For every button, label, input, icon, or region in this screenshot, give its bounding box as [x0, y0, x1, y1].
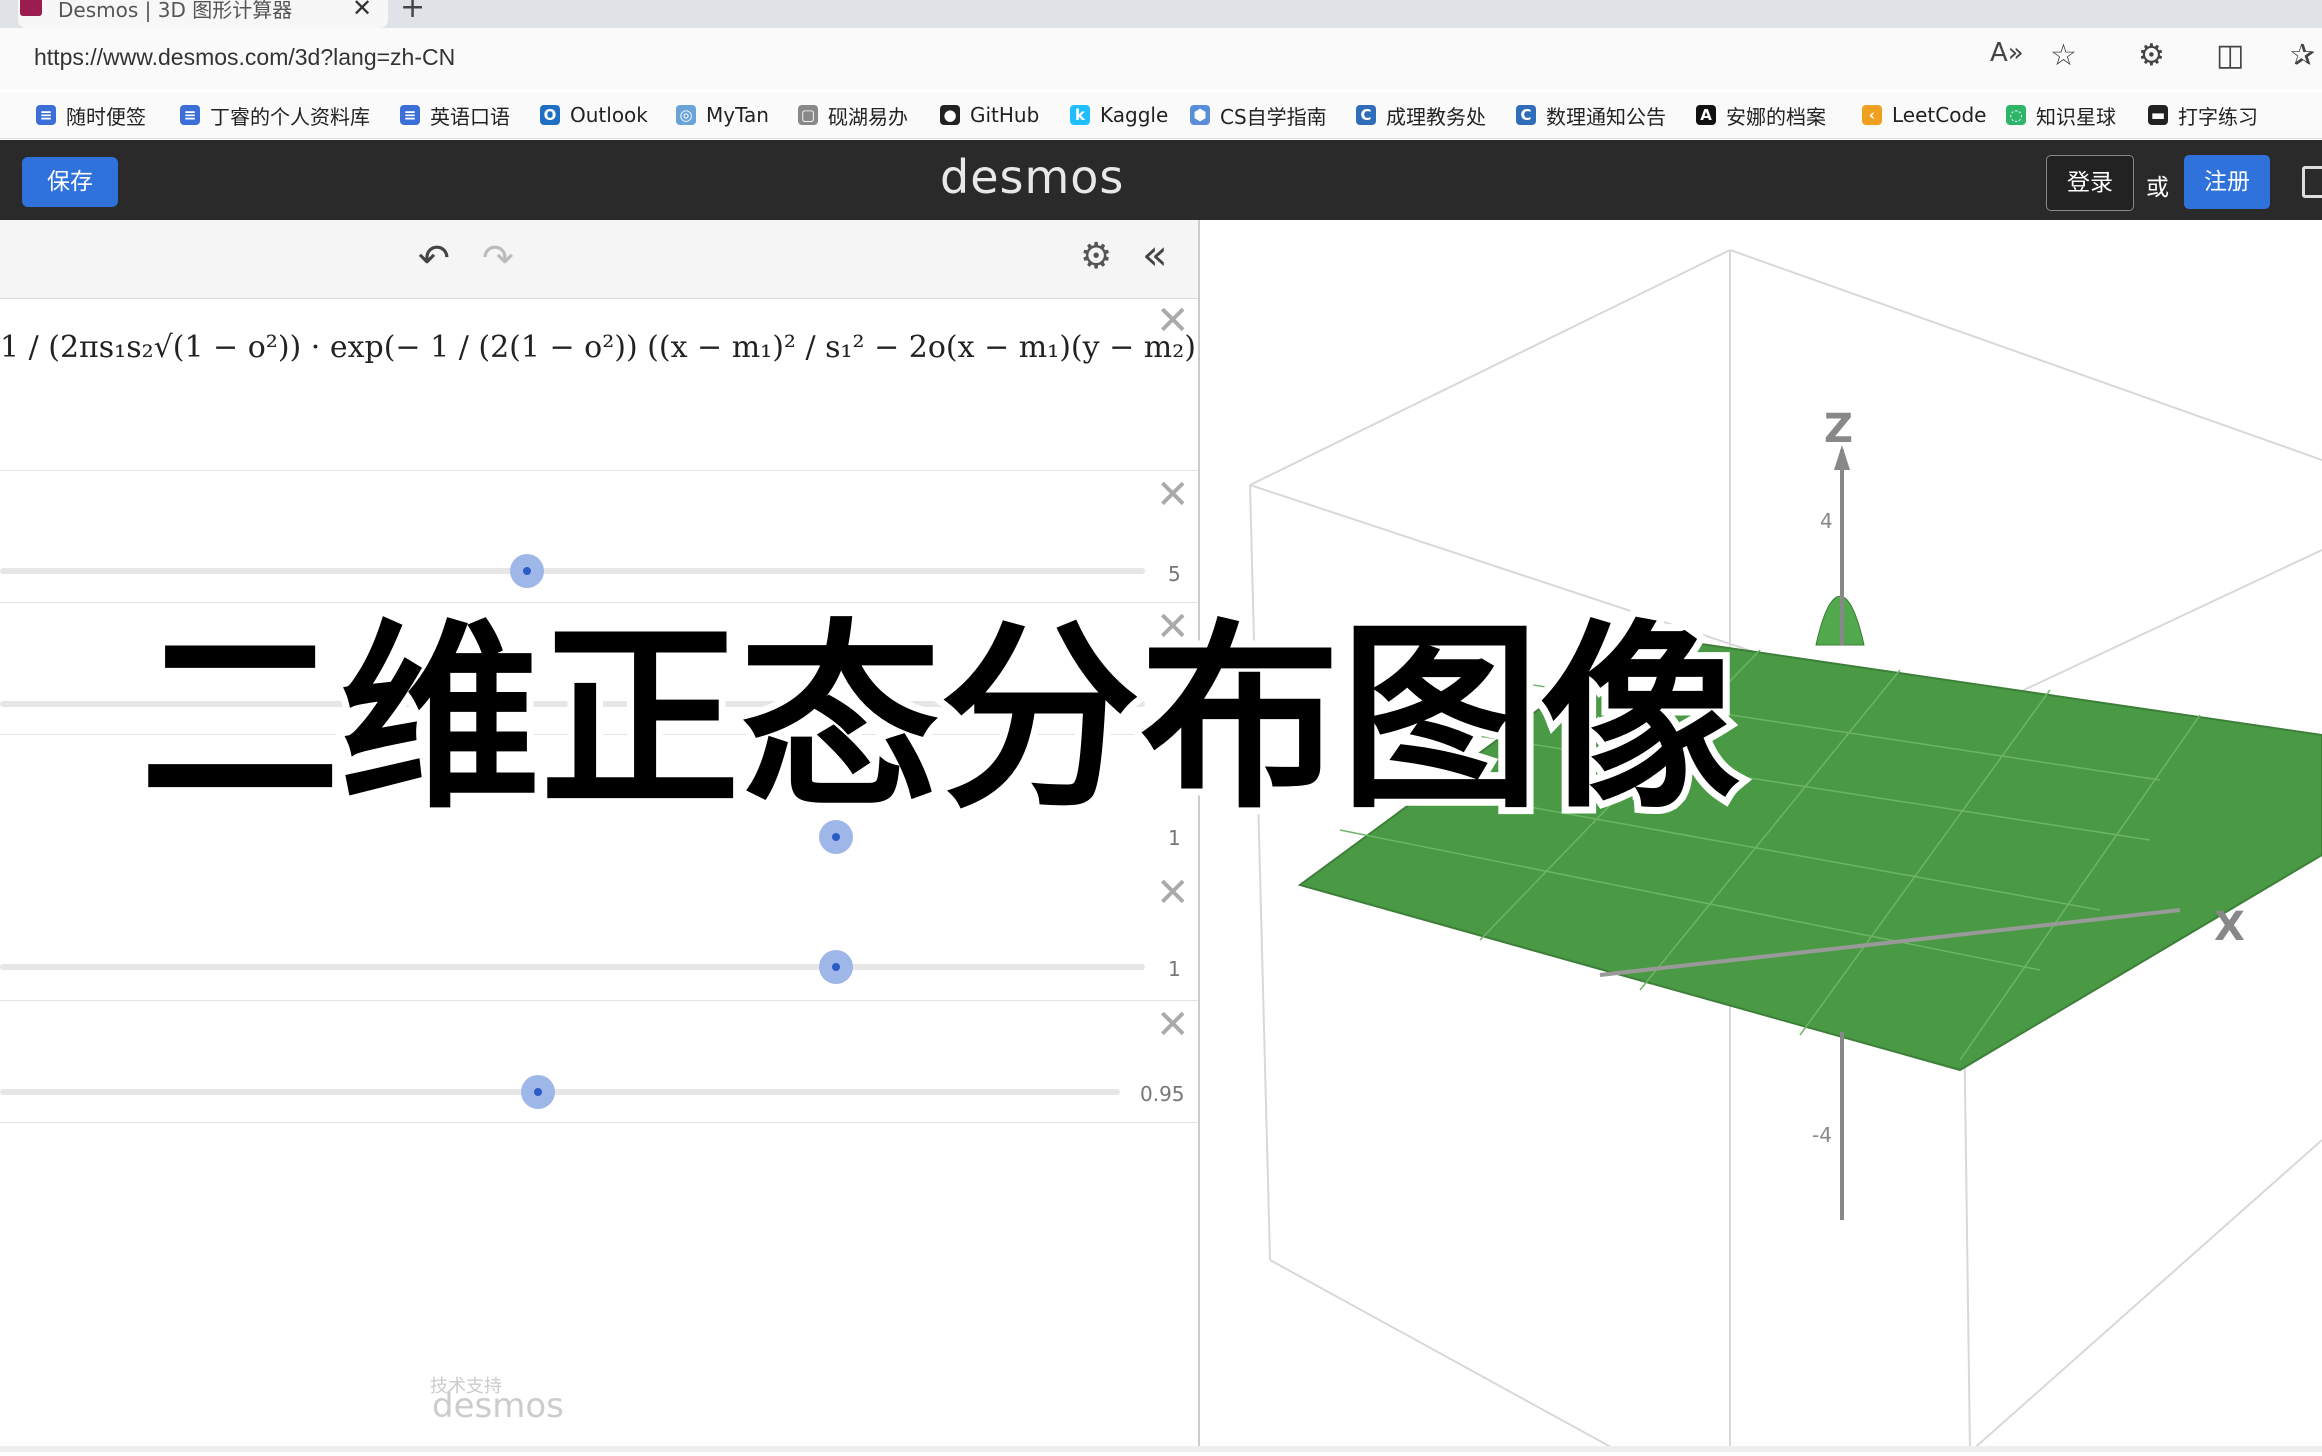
powered-by-logo[interactable]: desmos — [432, 1386, 564, 1426]
bookmark-label: 随时便签 — [66, 104, 146, 129]
slider-max-value: 5 — [1168, 562, 1181, 586]
bookmark-label: MyTan — [706, 103, 769, 127]
collapse-panel-icon[interactable]: « — [1142, 230, 1168, 279]
bottom-edge — [0, 1446, 2322, 1452]
bookmark-label: 打字练习 — [2178, 104, 2258, 129]
share-icon[interactable] — [2302, 166, 2322, 198]
bookmark-item[interactable]: ‹ LeetCode — [1862, 100, 1986, 130]
slider-track[interactable] — [0, 1089, 1120, 1095]
favorite-star-icon[interactable]: ☆ — [2050, 38, 2077, 73]
or-text: 或 — [2146, 175, 2169, 201]
bookmark-label: 知识星球 — [2036, 104, 2116, 129]
graph-3d-canvas[interactable]: Z X 4 -4 — [1200, 220, 2322, 1453]
bar-icon: ▬ — [2148, 105, 2168, 125]
bookmark-item[interactable]: ▬ 打字练习 — [2148, 100, 2258, 130]
tab-close-icon[interactable]: ✕ — [352, 0, 372, 22]
slider-row[interactable] — [0, 470, 1198, 603]
slider-knob[interactable] — [509, 554, 544, 588]
slider-max-value: 1 — [1168, 957, 1181, 981]
bookmark-label: 安娜的档案 — [1726, 104, 1826, 129]
bookmark-item[interactable]: ● GitHub — [940, 100, 1039, 130]
bookmark-item[interactable]: C 数理通知公告 — [1516, 100, 1666, 130]
doc-icon: ≡ — [36, 105, 56, 125]
star-circle-icon: ◌ — [2006, 105, 2026, 125]
slider-max-value: 0.95 — [1140, 1082, 1185, 1106]
c-icon: C — [1356, 105, 1376, 125]
bookmark-label: Kaggle — [1100, 103, 1169, 127]
overlay-title: 二维正态分布图像 — [133, 603, 1747, 836]
bookmark-item[interactable]: C 成理教务处 — [1356, 100, 1486, 130]
expression-row[interactable] — [0, 298, 1198, 471]
bookmark-label: 英语口语 — [430, 104, 510, 129]
redo-icon[interactable]: ↷ — [482, 236, 514, 280]
bookmark-label: LeetCode — [1892, 103, 1987, 127]
bookmark-label: 丁睿的个人资料库 — [210, 104, 370, 129]
bookmark-label: GitHub — [970, 103, 1040, 127]
z-tick-top: 4 — [1820, 509, 1833, 533]
favorites-icon[interactable]: ✰ — [2290, 38, 2315, 73]
slider-row[interactable] — [0, 1000, 1198, 1123]
slider-row[interactable] — [0, 868, 1198, 1001]
expression-toolbar — [0, 220, 1198, 299]
outlook-icon: O — [540, 105, 560, 125]
github-icon: ● — [940, 105, 960, 125]
delete-expression-icon[interactable]: ✕ — [1156, 870, 1190, 916]
c-icon: C — [1516, 105, 1536, 125]
read-aloud-icon[interactable]: A» — [1990, 38, 2024, 68]
bookmark-label: 成理教务处 — [1386, 104, 1486, 129]
signup-button[interactable]: 注册 — [2184, 155, 2270, 209]
slider-track[interactable] — [0, 964, 1145, 970]
bookmark-item[interactable]: ⬢ CS自学指南 — [1190, 100, 1327, 130]
bookmark-item[interactable]: ▢ 砚湖易办 — [798, 100, 908, 130]
doc-icon: ≡ — [180, 105, 200, 125]
leetcode-icon: ‹ — [1862, 105, 1882, 125]
graph-3d-svg[interactable]: Z X 4 -4 — [1200, 220, 2322, 1453]
x-axis-label: X — [2214, 904, 2245, 950]
bookmark-label: CS自学指南 — [1220, 104, 1327, 129]
bookmark-item[interactable]: A 安娜的档案 — [1696, 100, 1826, 130]
settings-gear-icon[interactable]: ⚙ — [1080, 236, 1112, 277]
bookmark-item[interactable]: ≡ 随时便签 — [36, 100, 146, 130]
page-icon: ▢ — [798, 105, 818, 125]
slider-knob[interactable] — [520, 1075, 555, 1109]
bookmark-item[interactable]: ≡ 丁睿的个人资料库 — [180, 100, 370, 130]
a-icon: A — [1696, 105, 1716, 125]
z-axis-label: Z — [1824, 406, 1853, 452]
kaggle-icon: k — [1070, 105, 1090, 125]
tab-title: Desmos | 3D 图形计算器 — [58, 0, 293, 22]
bookmark-label: 数理通知公告 — [1546, 104, 1666, 129]
desmos-logo: desmos — [940, 150, 1125, 204]
undo-icon[interactable]: ↶ — [418, 236, 450, 280]
url-field[interactable]: https://www.desmos.com/3d?lang=zh-CN — [34, 44, 455, 71]
bookmark-item[interactable]: O Outlook — [540, 100, 648, 130]
desmos-favicon-icon — [20, 0, 42, 16]
split-screen-icon[interactable]: ◫ — [2216, 38, 2244, 73]
delete-expression-icon[interactable]: ✕ — [1156, 1002, 1190, 1048]
bookmark-label: 砚湖易办 — [828, 104, 908, 129]
desmos-header — [0, 140, 2322, 220]
bookmark-item[interactable]: ◎ MyTan — [676, 100, 769, 130]
slider-track[interactable] — [0, 568, 1145, 574]
bookmark-item[interactable]: ◌ 知识星球 — [2006, 100, 2116, 130]
extensions-icon[interactable]: ⚙ — [2138, 38, 2165, 73]
doc-icon: ≡ — [400, 105, 420, 125]
delete-expression-icon[interactable]: ✕ — [1156, 472, 1190, 518]
bookmark-label: Outlook — [570, 103, 648, 127]
mytan-icon: ◎ — [676, 105, 696, 125]
new-tab-icon[interactable]: + — [400, 0, 425, 25]
bookmark-item[interactable]: ≡ 英语口语 — [400, 100, 510, 130]
delete-expression-icon[interactable]: ✕ — [1156, 298, 1190, 344]
z-tick-bottom: -4 — [1812, 1123, 1832, 1147]
slider-knob[interactable] — [818, 950, 853, 984]
login-button[interactable]: 登录 — [2046, 155, 2134, 211]
bookmark-item[interactable]: k Kaggle — [1070, 100, 1168, 130]
save-button[interactable]: 保存 — [22, 157, 118, 207]
cube-icon: ⬢ — [1190, 105, 1210, 125]
